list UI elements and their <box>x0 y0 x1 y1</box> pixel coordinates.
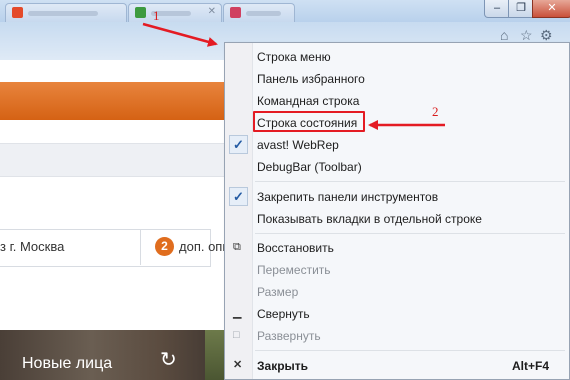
annotation-arrows <box>142 22 445 130</box>
annotation-label-1: 1 <box>153 8 160 23</box>
annotation-label-2: 2 <box>432 104 439 119</box>
annotation-arrow-1 <box>142 22 218 47</box>
